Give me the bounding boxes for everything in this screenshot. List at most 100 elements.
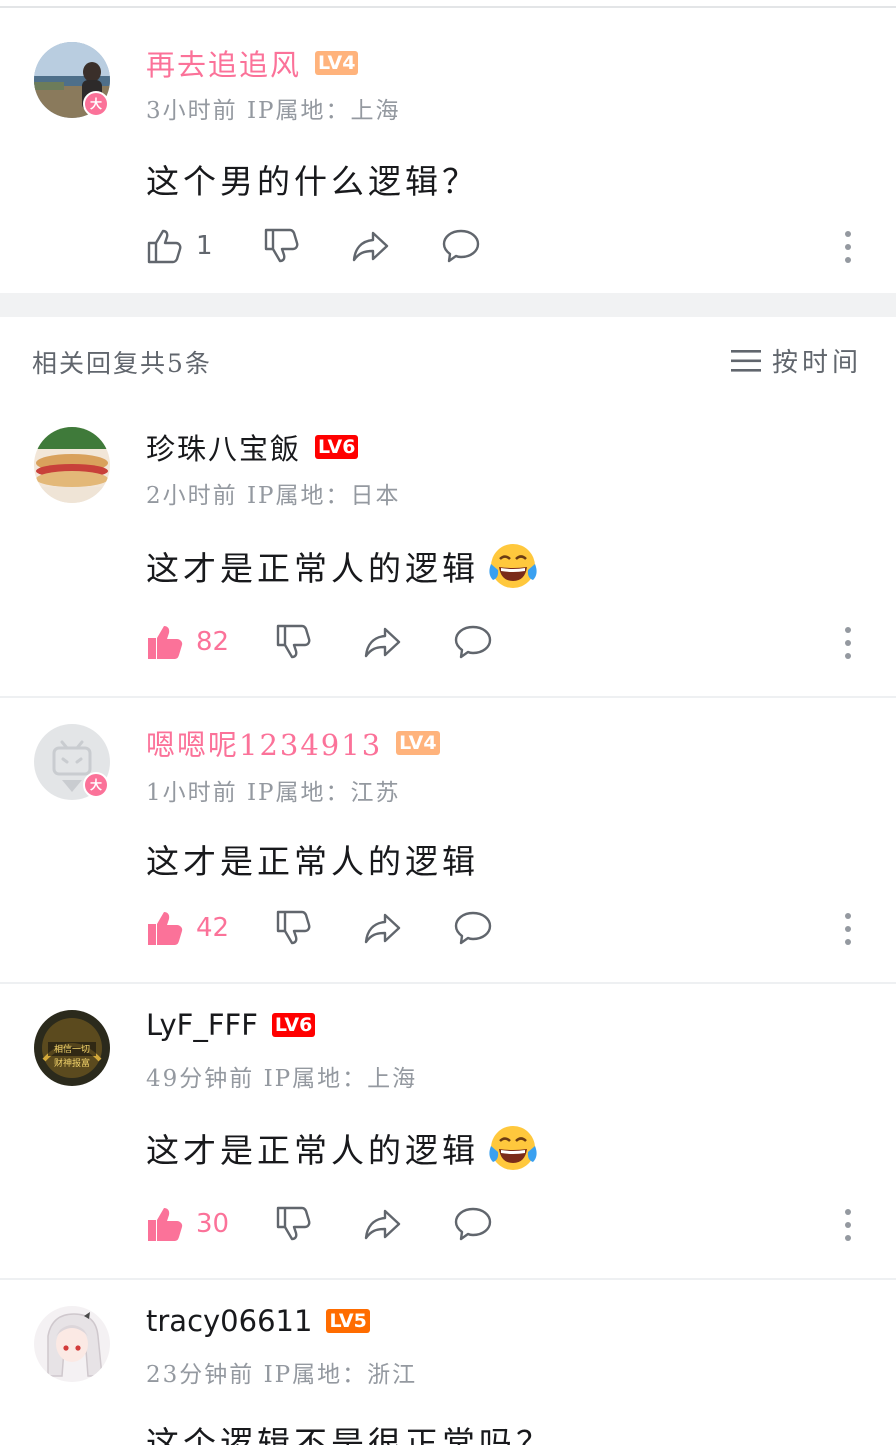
comment-text: 这个逻辑不是很正常吗？: [146, 1424, 553, 1445]
reply-button[interactable]: [441, 227, 481, 265]
like-button[interactable]: 30: [146, 1205, 229, 1243]
section-gap: [0, 293, 896, 317]
share-button[interactable]: [351, 227, 391, 265]
like-count: 30: [196, 1209, 230, 1239]
share-icon: [352, 231, 388, 262]
more-button[interactable]: [844, 912, 852, 950]
share-icon: [364, 913, 401, 944]
username[interactable]: 再去追追风 LV4: [146, 42, 359, 84]
dislike-icon: [264, 228, 298, 263]
username-text: tracy06611: [146, 1304, 313, 1338]
level-badge: LV6: [271, 1013, 316, 1037]
more-icon: [845, 1209, 851, 1241]
comment-content: 这个男的什么逻辑？: [146, 155, 479, 203]
avatar[interactable]: [34, 1306, 110, 1382]
reply-button[interactable]: [453, 909, 493, 947]
avatar[interactable]: 相信一切 财神报富: [34, 1010, 110, 1086]
username-text: 再去追追风: [146, 48, 302, 82]
share-button[interactable]: [363, 623, 403, 661]
comment-meta: 2小时前 IP属地：日本: [146, 483, 401, 509]
like-count: 1: [196, 231, 213, 261]
dislike-icon: [276, 910, 311, 945]
like-button[interactable]: 82: [146, 623, 229, 661]
more-button[interactable]: [844, 230, 852, 268]
reply-button[interactable]: [453, 623, 493, 661]
avatar-image: [34, 427, 110, 503]
share-button[interactable]: [363, 909, 403, 947]
sort-label: 按时间: [771, 348, 862, 378]
reply-icon: [454, 1207, 492, 1241]
avatar-text-line2: 财神报富: [54, 1057, 90, 1069]
username[interactable]: tracy06611 LV5: [146, 1304, 370, 1338]
like-icon: [147, 229, 182, 264]
comment-actions: 82: [146, 622, 493, 662]
more-icon: [845, 627, 851, 659]
more-button[interactable]: [844, 1208, 852, 1246]
comment-actions: 1: [146, 226, 481, 266]
more-button[interactable]: [844, 626, 852, 664]
like-button[interactable]: 42: [146, 909, 229, 947]
comment-meta: 49分钟前 IP属地：上海: [146, 1066, 418, 1092]
vip-badge: 大: [83, 91, 109, 117]
comment-text: 这才是正常人的逻辑: [146, 549, 479, 588]
avatar-image: 相信一切 财神报富: [34, 1010, 110, 1086]
reply-icon: [442, 229, 479, 263]
laugh-cry-emoji: [489, 544, 537, 588]
like-icon: [148, 912, 183, 945]
dislike-icon: [276, 1206, 311, 1241]
share-button[interactable]: [363, 1205, 403, 1243]
comment-content: 这才是正常人的逻辑: [146, 835, 479, 883]
comment-content: 这个逻辑不是很正常吗？: [146, 1417, 553, 1445]
more-icon: [845, 231, 851, 263]
comment-actions: 42: [146, 908, 493, 948]
share-icon: [364, 1209, 401, 1240]
reply-count: 相关回复共5条: [32, 349, 212, 378]
level-badge: LV4: [315, 51, 359, 75]
vip-badge: 大: [83, 772, 109, 798]
username-text: 嗯嗯呢1234913: [146, 728, 383, 762]
comment-actions: 30: [146, 1204, 493, 1244]
reply-icon: [454, 911, 492, 945]
username[interactable]: 嗯嗯呢1234913 LV4: [146, 722, 440, 764]
comment-content: 这才是正常人的逻辑: [146, 540, 539, 592]
comment-meta: 23分钟前 IP属地：浙江: [146, 1362, 418, 1388]
more-icon: [845, 913, 851, 945]
username-text: 珍珠八宝飯: [146, 432, 302, 466]
like-icon: [148, 1208, 183, 1241]
reply-button[interactable]: [453, 1205, 493, 1243]
comment-text: 这个男的什么逻辑？: [146, 162, 479, 201]
level-badge: LV5: [326, 1309, 370, 1333]
reply-item: tracy06611 LV5 23分钟前 IP属地：浙江 这个逻辑不是很正常吗？: [0, 1280, 896, 1445]
replies-header: 相关回复共5条 按时间: [0, 330, 896, 390]
sort-icon: [730, 349, 761, 372]
username[interactable]: LyF_FFF LV6: [146, 1008, 316, 1042]
reply-icon: [454, 625, 492, 659]
username-text: LyF_FFF: [146, 1008, 258, 1042]
reply-item: 珍珠八宝飯 LV6 2小时前 IP属地：日本 这才是正常人的逻辑 82: [0, 400, 896, 696]
reply-item: 相信一切 财神报富 LyF_FFF LV6 49分钟前 IP属地：上海 这才是正…: [0, 984, 896, 1278]
dislike-button[interactable]: [263, 227, 301, 265]
like-count: 42: [196, 913, 230, 943]
comment-meta: 3小时前 IP属地：上海: [146, 98, 401, 124]
dislike-button[interactable]: [275, 909, 313, 947]
like-button[interactable]: 1: [146, 227, 213, 265]
level-badge: LV6: [315, 435, 359, 459]
comment-text: 这才是正常人的逻辑: [146, 1131, 479, 1170]
avatar-image: [34, 1306, 110, 1382]
laugh-cry-emoji: [489, 1126, 537, 1170]
dislike-icon: [276, 624, 311, 659]
dislike-button[interactable]: [275, 1205, 313, 1243]
avatar[interactable]: [34, 427, 110, 503]
comment-content: 这才是正常人的逻辑: [146, 1122, 539, 1174]
like-count: 82: [196, 627, 230, 657]
comment-text: 这才是正常人的逻辑: [146, 842, 479, 881]
reply-item: 大 嗯嗯呢1234913 LV4 1小时前 IP属地：江苏 这才是正常人的逻辑 …: [0, 698, 896, 982]
comment-meta: 1小时前 IP属地：江苏: [146, 780, 401, 806]
sort-button[interactable]: 按时间: [730, 342, 862, 379]
avatar-text-line1: 相信一切: [54, 1043, 90, 1055]
root-comment: 大 再去追追风 LV4 3小时前 IP属地：上海 这个男的什么逻辑？ 1: [0, 0, 896, 293]
dislike-button[interactable]: [275, 623, 313, 661]
share-icon: [364, 627, 401, 658]
level-badge: LV4: [396, 731, 440, 755]
username[interactable]: 珍珠八宝飯 LV6: [146, 426, 359, 468]
